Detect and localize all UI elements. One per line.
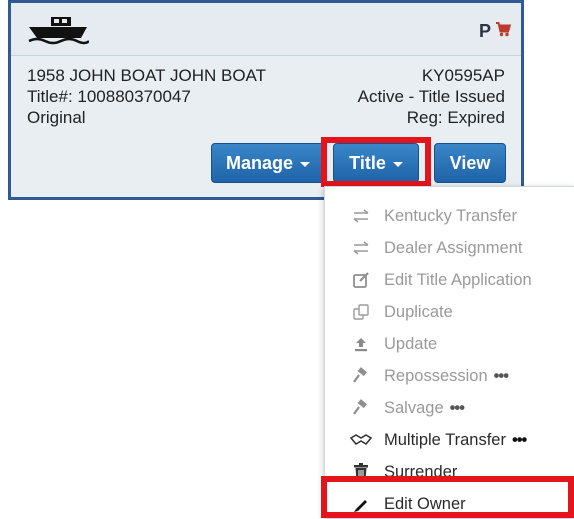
cart-icon[interactable]	[495, 21, 511, 37]
menu-item-edit-title-application[interactable]: Edit Title Application	[325, 265, 574, 295]
menu-item-dealer-assignment[interactable]: Dealer Assignment	[325, 233, 574, 263]
transfer-icon	[350, 237, 372, 259]
more-options-icon: •••	[449, 398, 465, 417]
gavel-icon	[350, 397, 372, 419]
view-button[interactable]: View	[434, 143, 506, 183]
menu-item-duplicate[interactable]: Duplicate	[325, 297, 574, 327]
registration-number: KY0595AP	[421, 66, 505, 85]
menu-item-update[interactable]: Update	[325, 329, 574, 359]
pencil-icon	[350, 493, 372, 515]
manage-button[interactable]: Manage	[211, 143, 325, 183]
menu-item-label: Kentucky Transfer	[384, 206, 517, 225]
transfer-icon	[350, 205, 372, 227]
menu-item-label: Surrender	[384, 462, 458, 481]
menu-item-label: Dealer Assignment	[384, 238, 523, 257]
trash-icon	[350, 461, 372, 483]
menu-item-label: Duplicate	[384, 302, 453, 321]
title-button-label: Title	[349, 152, 386, 173]
upload-icon	[350, 333, 372, 355]
caret-down-icon	[300, 162, 311, 167]
menu-item-label: Update	[384, 334, 438, 353]
menu-item-label: Edit Title Application	[384, 270, 532, 289]
menu-item-label: Multiple Transfer	[384, 430, 506, 449]
title-status: Active - Title Issued	[357, 87, 505, 106]
card-header: P	[11, 3, 521, 56]
menu-item-kentucky-transfer[interactable]: Kentucky Transfer	[325, 201, 574, 231]
menu-item-label: Edit Owner	[384, 494, 466, 513]
boat-icon	[28, 17, 89, 45]
edit-square-icon	[350, 269, 372, 291]
title-dropdown-menu: Kentucky Transfer Dealer Assignment Edit…	[324, 186, 574, 518]
registration-status: Reg: Expired	[406, 108, 505, 127]
menu-item-multiple-transfer[interactable]: Multiple Transfer •••	[325, 425, 574, 455]
manage-button-label: Manage	[225, 152, 294, 173]
menu-item-label: Salvage	[384, 398, 444, 417]
menu-item-label: Repossession	[384, 366, 488, 385]
more-options-icon: •••	[511, 430, 527, 449]
more-options-icon: •••	[493, 366, 509, 385]
vehicle-card: P 1958 JOHN BOAT JOHN BOAT Title#: 10088…	[8, 0, 524, 200]
menu-item-surrender[interactable]: Surrender	[325, 457, 574, 487]
vehicle-description: 1958 JOHN BOAT JOHN BOAT	[27, 66, 267, 85]
p-flag: P	[478, 21, 491, 41]
duplicate-icon	[350, 301, 372, 323]
menu-item-salvage[interactable]: Salvage •••	[325, 393, 574, 423]
menu-item-repossession[interactable]: Repossession •••	[325, 361, 574, 391]
menu-item-edit-owner[interactable]: Edit Owner	[325, 489, 574, 519]
caret-down-icon	[392, 162, 403, 167]
view-button-label: View	[449, 152, 491, 173]
title-type: Original	[27, 108, 86, 127]
title-button[interactable]: Title	[333, 143, 419, 183]
gavel-icon	[350, 365, 372, 387]
handshake-icon	[350, 429, 372, 451]
title-number: Title#: 100880370047	[27, 87, 191, 106]
